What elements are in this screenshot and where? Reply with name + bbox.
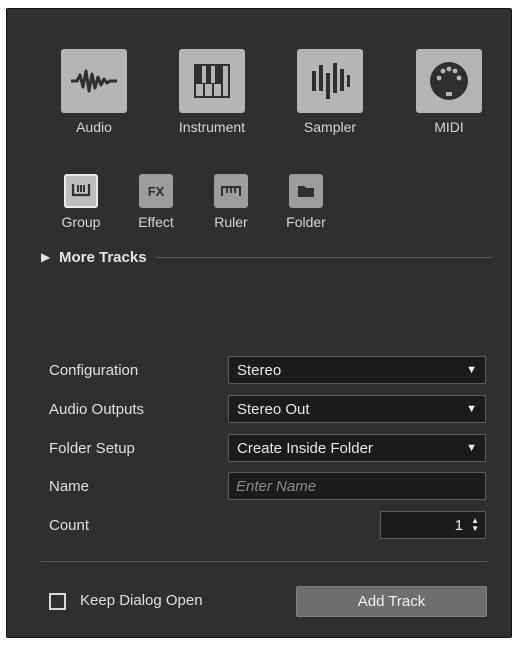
track-type-label: Ruler	[214, 214, 248, 230]
sampler-icon	[297, 49, 363, 113]
more-tracks-toggle[interactable]: ▶ More Tracks	[41, 247, 493, 267]
keep-dialog-open-checkbox[interactable]	[49, 593, 66, 610]
folder-icon	[289, 174, 323, 208]
track-type-label: Group	[61, 214, 101, 230]
track-type-ruler[interactable]: Ruler	[196, 174, 266, 230]
track-type-label: MIDI	[434, 119, 464, 135]
name-input[interactable]	[228, 472, 486, 500]
dropdown-arrow-icon: ▼	[466, 442, 477, 454]
track-type-label: Instrument	[178, 119, 246, 135]
add-track-dialog: Audio Instrument Sampler MIDI Group FX E…	[6, 8, 512, 638]
count-label: Count	[49, 517, 90, 534]
audio-outputs-value: Stereo Out	[237, 400, 310, 418]
dropdown-arrow-icon: ▼	[466, 364, 477, 376]
audio-outputs-label: Audio Outputs	[49, 401, 145, 418]
audio-outputs-dropdown[interactable]: Stereo Out ▼	[228, 395, 486, 423]
add-track-button[interactable]: Add Track	[296, 586, 487, 617]
track-type-label: Sampler	[303, 119, 357, 135]
folder-setup-value: Create Inside Folder	[237, 439, 373, 457]
keyboard-icon	[179, 49, 245, 113]
track-type-label: Folder	[286, 214, 326, 230]
track-type-label: Audio	[76, 119, 112, 135]
ruler-icon	[214, 174, 248, 208]
track-type-audio[interactable]: Audio	[39, 49, 149, 135]
track-type-sampler[interactable]: Sampler	[275, 49, 385, 135]
name-label: Name	[49, 478, 90, 495]
track-type-instrument[interactable]: Instrument	[157, 49, 267, 135]
group-icon	[64, 174, 98, 208]
section-divider	[154, 256, 493, 258]
spinner-arrows-icon[interactable]: ▲ ▼	[471, 517, 479, 533]
midi-port-icon	[416, 49, 482, 113]
expand-arrow-icon: ▶	[41, 250, 51, 264]
track-type-group[interactable]: Group	[46, 174, 116, 230]
more-tracks-label: More Tracks	[59, 248, 147, 266]
track-type-label: Effect	[138, 214, 174, 230]
footer-divider	[41, 561, 487, 562]
fx-icon: FX	[139, 174, 173, 208]
configuration-dropdown[interactable]: Stereo ▼	[228, 356, 486, 384]
audio-waveform-icon	[61, 49, 127, 113]
configuration-value: Stereo	[237, 361, 282, 379]
track-type-effect[interactable]: FX Effect	[121, 174, 191, 230]
track-type-folder[interactable]: Folder	[271, 174, 341, 230]
count-value: 1	[454, 516, 464, 534]
dropdown-arrow-icon: ▼	[466, 403, 477, 415]
folder-setup-label: Folder Setup	[49, 440, 135, 457]
folder-setup-dropdown[interactable]: Create Inside Folder ▼	[228, 434, 486, 462]
configuration-label: Configuration	[49, 362, 139, 379]
track-type-midi[interactable]: MIDI	[394, 49, 504, 135]
keep-dialog-open-label[interactable]: Keep Dialog Open	[80, 592, 203, 609]
count-stepper[interactable]: 1 ▲ ▼	[380, 511, 486, 539]
